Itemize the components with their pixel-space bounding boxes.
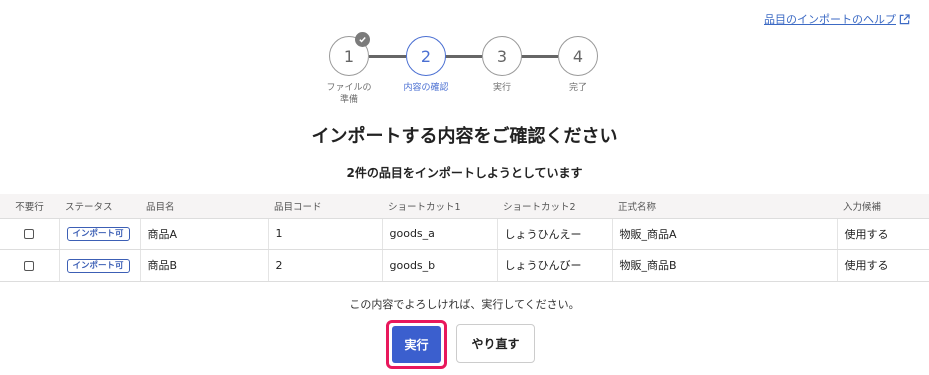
step-2-circle: 2: [406, 36, 446, 76]
column-header-shortcut2: ショートカット2: [497, 194, 612, 219]
step-2-label: 内容の確認: [403, 83, 449, 93]
stepper-connector: [521, 55, 558, 58]
import-count-subtitle: 2件の品目をインポートしようとしています: [346, 166, 583, 180]
status-cell: インポート可: [58, 218, 140, 250]
unneeded-checkbox[interactable]: [24, 260, 35, 271]
column-header-candidate: 入力候補: [837, 194, 929, 219]
confirm-message: この内容でよろしければ、実行してください。: [349, 298, 580, 311]
step-1-label: ファイルの 準備: [326, 83, 372, 105]
column-header-code: 品目コード: [268, 194, 382, 219]
unneeded-checkbox[interactable]: [24, 229, 35, 240]
execute-button[interactable]: 実行: [392, 326, 441, 363]
formal-name-cell: 物販_商品A: [611, 218, 837, 250]
column-header-name: 品目名: [140, 194, 268, 219]
unneeded-cell: [0, 218, 59, 250]
column-header-shortcut1: ショートカット1: [382, 194, 497, 219]
check-icon: [355, 32, 370, 47]
step-3-label: 実行: [492, 83, 511, 93]
stepper-connector: [445, 55, 482, 58]
step-4-label: 完了: [568, 83, 587, 93]
candidate-cell: 使用する: [836, 218, 929, 250]
external-link-icon: [899, 13, 910, 24]
progress-stepper: 1 2 3 4 ファイルの 準備 内容の確認 実行 完了: [325, 32, 605, 110]
code-cell: 1: [267, 218, 382, 250]
execute-button-highlight: 実行: [386, 320, 447, 369]
help-link-label: 品目のインポートのヘルプ: [764, 13, 896, 26]
page-title: インポートする内容をご確認ください: [311, 126, 618, 147]
name-cell: 商品A: [139, 218, 268, 250]
stepper-connector: [369, 55, 406, 58]
help-link[interactable]: 品目のインポートのヘルプ: [764, 11, 910, 27]
redo-button[interactable]: やり直す: [456, 324, 535, 363]
formal-name-cell: 物販_商品B: [611, 249, 837, 282]
column-header-unneeded: 不要行: [0, 194, 59, 219]
shortcut1-cell: goods_a: [381, 218, 497, 250]
name-cell: 商品B: [139, 249, 268, 282]
column-header-formal-name: 正式名称: [612, 194, 837, 219]
step-3-circle: 3: [482, 36, 522, 76]
table-row: インポート可 商品A 1 goods_a しょうひんえー 物販_商品A 使用する: [0, 218, 929, 250]
step-4-circle: 4: [558, 36, 598, 76]
status-badge: インポート可: [66, 258, 130, 273]
table-row: インポート可 商品B 2 goods_b しょうひんびー 物販_商品B 使用する: [0, 249, 929, 282]
status-badge: インポート可: [66, 227, 130, 242]
column-header-status: ステータス: [59, 194, 140, 219]
candidate-cell: 使用する: [836, 249, 929, 282]
shortcut2-cell: しょうひんびー: [496, 249, 612, 282]
table-header-row: 不要行 ステータス 品目名 品目コード ショートカット1 ショートカット2 正式…: [0, 194, 929, 219]
unneeded-cell: [0, 249, 59, 282]
status-cell: インポート可: [58, 249, 140, 282]
shortcut2-cell: しょうひんえー: [496, 218, 612, 250]
code-cell: 2: [267, 249, 382, 282]
shortcut1-cell: goods_b: [381, 249, 497, 282]
import-items-table: 不要行 ステータス 品目名 品目コード ショートカット1 ショートカット2 正式…: [0, 194, 929, 282]
